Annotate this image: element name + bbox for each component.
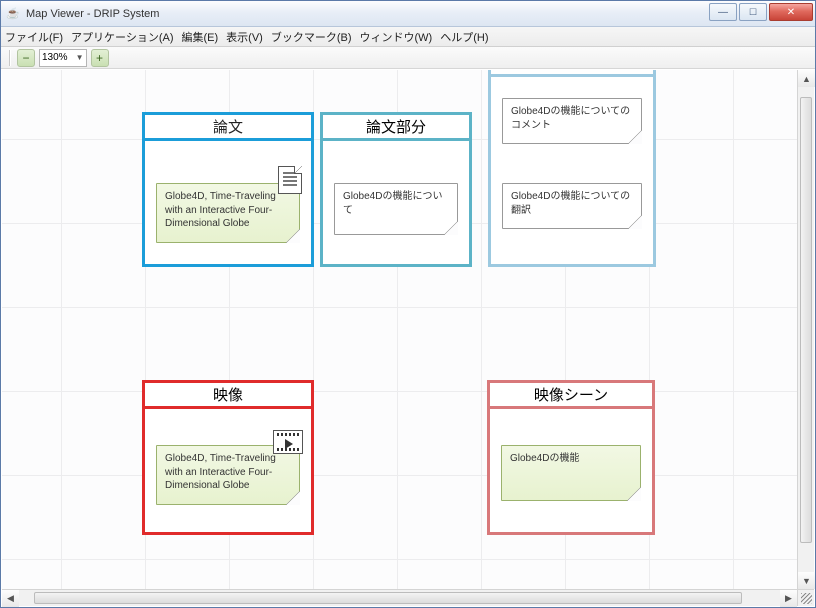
dogear-icon [286,491,300,505]
dogear-icon [286,229,300,243]
toolbar: − 130% ▼ + [1,47,815,69]
hscroll-thumb[interactable] [34,592,742,604]
zoom-out-button[interactable]: − [17,49,35,67]
canvas-area: 論文 Globe4D, Time-Traveling with an Inter… [2,70,814,606]
dogear-icon [627,487,641,501]
group-annotation-title: 論文部分への アノテーション [491,70,653,77]
group-video-title: 映像 [145,383,311,409]
node-paper-part-text: Globe4Dの機能について [343,191,442,216]
menu-window[interactable]: ウィンドウ(W) [360,29,433,45]
node-annotation-comment[interactable]: Globe4Dの機能についてのコメント [502,98,642,144]
node-annotation-translation-text: Globe4Dの機能についての翻訳 [511,191,630,216]
menu-edit[interactable]: 編集(E) [182,29,219,45]
node-paper[interactable]: Globe4D, Time-Traveling with an Interact… [156,183,300,243]
menu-bookmark[interactable]: ブックマーク(B) [271,29,352,45]
scroll-left-arrow[interactable]: ◀ [2,590,19,607]
close-button[interactable]: ✕ [769,3,813,21]
group-paper-part-title: 論文部分 [323,115,469,141]
node-paper-part[interactable]: Globe4Dの機能について [334,183,458,235]
menu-view[interactable]: 表示(V) [226,29,263,45]
window-controls: — ☐ ✕ [707,3,813,21]
vscroll-track[interactable] [798,87,814,572]
node-paper-text: Globe4D, Time-Traveling with an Interact… [165,191,276,229]
menu-file[interactable]: ファイル(F) [5,29,63,45]
hscroll-track[interactable] [19,590,780,606]
scroll-up-arrow[interactable]: ▲ [798,70,815,87]
group-annotation[interactable]: 論文部分への アノテーション Globe4Dの機能についてのコメント Globe… [488,70,656,267]
dogear-icon [444,221,458,235]
group-video-scene[interactable]: 映像シーン Globe4Dの機能 [487,380,655,535]
menu-application[interactable]: アプリケーション(A) [71,29,173,45]
minimize-button[interactable]: — [709,3,737,21]
scroll-down-arrow[interactable]: ▼ [798,572,815,589]
node-video-scene-text: Globe4Dの機能 [510,453,579,464]
group-video-scene-title: 映像シーン [490,383,652,409]
chevron-down-icon: ▼ [76,53,84,62]
maximize-button[interactable]: ☐ [739,3,767,21]
dogear-icon [628,215,642,229]
app-icon: ☕ [5,6,21,22]
video-icon [273,430,303,454]
scroll-right-arrow[interactable]: ▶ [780,590,797,607]
group-paper-part[interactable]: 論文部分 Globe4Dの機能について [320,112,472,267]
menubar: ファイル(F) アプリケーション(A) 編集(E) 表示(V) ブックマーク(B… [1,27,815,47]
zoom-in-button[interactable]: + [91,49,109,67]
resize-grip[interactable] [797,589,814,606]
vertical-scrollbar[interactable]: ▲ ▼ [797,70,814,589]
zoom-value: 130% [42,52,68,63]
node-video[interactable]: Globe4D, Time-Traveling with an Interact… [156,445,300,505]
document-icon [278,166,302,194]
vscroll-thumb[interactable] [800,97,812,543]
toolbar-separator [9,50,11,66]
diagram-canvas[interactable]: 論文 Globe4D, Time-Traveling with an Inter… [2,70,797,589]
titlebar[interactable]: ☕ Map Viewer - DRIP System — ☐ ✕ [1,1,815,27]
node-video-text: Globe4D, Time-Traveling with an Interact… [165,453,276,491]
horizontal-scrollbar[interactable]: ◀ ▶ [2,589,797,606]
group-video[interactable]: 映像 Globe4D, Time-Traveling with an Inter… [142,380,314,535]
dogear-icon [628,130,642,144]
group-paper[interactable]: 論文 Globe4D, Time-Traveling with an Inter… [142,112,314,267]
zoom-select[interactable]: 130% ▼ [39,49,87,67]
node-annotation-comment-text: Globe4Dの機能についてのコメント [511,106,630,131]
window-title: Map Viewer - DRIP System [26,8,159,20]
group-paper-title: 論文 [145,115,311,141]
app-window: ☕ Map Viewer - DRIP System — ☐ ✕ ファイル(F)… [0,0,816,608]
node-annotation-translation[interactable]: Globe4Dの機能についての翻訳 [502,183,642,229]
node-video-scene[interactable]: Globe4Dの機能 [501,445,641,501]
menu-help[interactable]: ヘルプ(H) [440,29,488,45]
